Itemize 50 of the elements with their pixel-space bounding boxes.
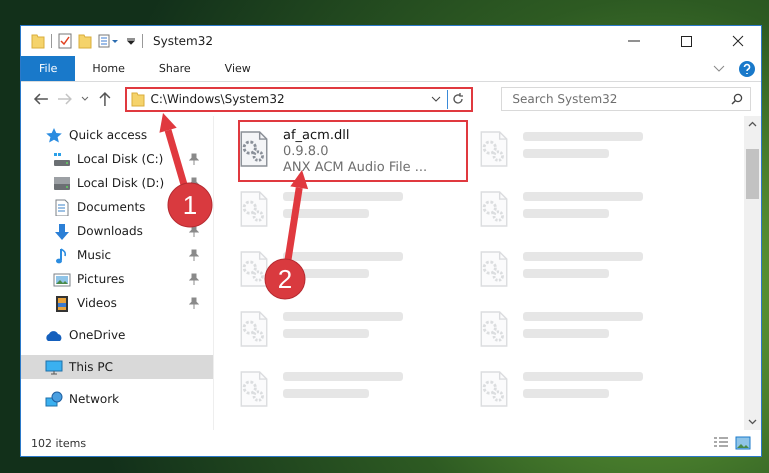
close-icon bbox=[732, 35, 744, 47]
nav-item[interactable]: Music bbox=[21, 243, 213, 267]
nav-item[interactable]: This PC bbox=[21, 355, 213, 379]
ribbon-tab[interactable]: View bbox=[208, 56, 268, 81]
network-icon bbox=[45, 390, 63, 408]
search-field[interactable]: Search System32 bbox=[501, 87, 752, 111]
file-name: af_acm.dll bbox=[283, 128, 350, 143]
number-badge: 1 bbox=[168, 182, 212, 228]
scrollbar[interactable] bbox=[744, 116, 761, 430]
scroll-down-icon[interactable] bbox=[748, 419, 757, 425]
minimize-icon bbox=[628, 40, 640, 42]
pictures-icon bbox=[53, 270, 71, 288]
ribbon-tab[interactable]: Share bbox=[142, 56, 208, 81]
maximize-icon bbox=[680, 36, 692, 46]
refresh-icon bbox=[452, 93, 464, 105]
quick-icon bbox=[45, 126, 63, 144]
address-text: C:\Windows\System32 bbox=[150, 92, 286, 106]
back-arrow-icon[interactable] bbox=[33, 92, 49, 106]
file-item[interactable]: af_acm.dll 0.9.8.0 ANX ACM Audio File ... bbox=[233, 124, 473, 184]
large-icons-view-icon[interactable] bbox=[735, 436, 751, 450]
scroll-up-icon[interactable] bbox=[748, 121, 757, 127]
nav-item[interactable]: Pictures bbox=[21, 267, 213, 291]
scroll-thumb[interactable] bbox=[746, 149, 759, 199]
ribbon-tab[interactable]: Home bbox=[75, 56, 142, 81]
customize-dropdown-icon[interactable] bbox=[98, 33, 120, 49]
file-description: ANX ACM Audio File ... bbox=[283, 160, 428, 175]
search-icon bbox=[731, 93, 744, 105]
file-version: 0.9.8.0 bbox=[283, 144, 330, 159]
downloads-icon bbox=[53, 222, 71, 240]
window-title: System32 bbox=[153, 34, 214, 48]
drive-icon bbox=[53, 174, 71, 192]
address-bar[interactable]: C:\Windows\System32 bbox=[124, 86, 474, 112]
nav-item[interactable]: Network bbox=[21, 387, 213, 411]
properties-icon[interactable] bbox=[58, 33, 72, 49]
nav-item[interactable]: OneDrive bbox=[21, 323, 213, 347]
expand-ribbon-icon[interactable] bbox=[713, 64, 725, 72]
up-arrow-icon[interactable] bbox=[96, 92, 112, 106]
videos-icon bbox=[53, 294, 71, 312]
drive-c-icon bbox=[53, 150, 71, 168]
folder-icon bbox=[130, 91, 144, 107]
number-badge: 2 bbox=[264, 258, 306, 300]
nav-item[interactable]: Quick access bbox=[21, 123, 213, 147]
item-count: 102 items bbox=[31, 436, 88, 450]
pc-icon bbox=[45, 358, 63, 376]
caret-icon[interactable] bbox=[431, 96, 442, 102]
help-icon[interactable] bbox=[739, 60, 755, 76]
nav-item[interactable]: Local Disk (C:) bbox=[21, 147, 213, 171]
documents-icon bbox=[53, 198, 71, 216]
ribbon-tab[interactable]: File bbox=[21, 56, 76, 81]
nav-item[interactable]: Videos bbox=[21, 291, 213, 315]
